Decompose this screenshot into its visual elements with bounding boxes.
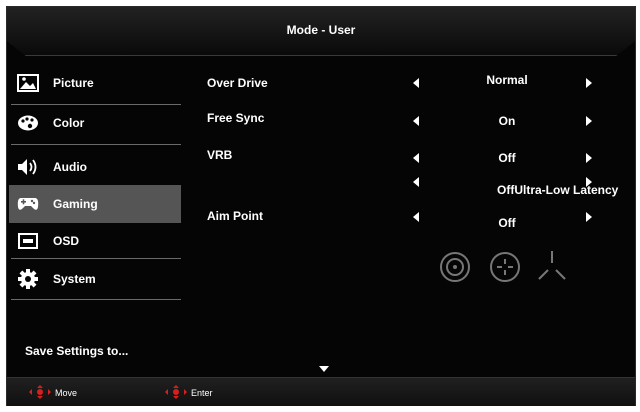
over-drive-left-arrow-icon[interactable] [413, 78, 419, 88]
vrb-right-arrow-icon[interactable] [586, 153, 592, 163]
vrb-value[interactable]: Off [467, 151, 547, 165]
picture-icon [17, 72, 39, 94]
setting-label-free-sync: Free Sync [207, 111, 265, 125]
setting-label-over-drive: Over Drive [207, 76, 268, 90]
sidebar-item-picture[interactable]: Picture [9, 65, 181, 101]
sidebar-item-gaming[interactable]: Gaming [9, 185, 181, 223]
vrb-left-arrow-icon[interactable] [413, 153, 419, 163]
divider [11, 144, 181, 145]
sidebar-item-audio[interactable]: Audio [9, 149, 181, 185]
title-bar: Mode - User [7, 7, 635, 56]
sidebar-item-label: Gaming [53, 197, 98, 211]
aim-point-previews [437, 247, 587, 287]
gear-icon [17, 268, 39, 290]
save-settings-link[interactable]: Save Settings to... [25, 344, 128, 358]
free-sync-value[interactable]: On [467, 114, 547, 128]
enter-hint: Enter [165, 385, 213, 401]
scroll-down-arrow-icon[interactable] [319, 366, 329, 372]
move-label: Move [55, 388, 78, 398]
free-sync-left-arrow-icon[interactable] [413, 116, 419, 126]
mode-title: Mode - User [286, 23, 356, 37]
ultra-low-latency-left-arrow-icon[interactable] [413, 177, 419, 187]
sidebar-item-label: System [53, 272, 96, 286]
over-drive-right-arrow-icon[interactable] [586, 78, 592, 88]
sidebar-item-color[interactable]: Color [9, 105, 181, 141]
ultra-low-latency-value[interactable]: OffUltra-Low Latency [497, 183, 618, 197]
sidebar-item-label: Audio [53, 160, 87, 174]
divider [11, 299, 181, 300]
setting-label-vrb: VRB [207, 148, 233, 162]
ultra-low-latency-right-arrow-icon[interactable] [586, 177, 592, 187]
crosshair-ring-icon[interactable] [440, 252, 470, 282]
palette-icon [17, 112, 39, 134]
free-sync-right-arrow-icon[interactable] [586, 116, 592, 126]
divider [11, 258, 181, 259]
sidebar-item-label: OSD [53, 234, 80, 248]
sidebar-item-label: Picture [53, 76, 94, 90]
footer-hints: Move Enter [7, 377, 635, 406]
monitor-osd-menu: Mode - User Picture Color Audio Gaming O… [6, 6, 636, 406]
enter-label: Enter [191, 388, 213, 398]
speaker-icon [17, 156, 39, 178]
aim-point-right-arrow-icon[interactable] [586, 212, 592, 222]
over-drive-value[interactable]: Normal [467, 73, 547, 87]
sidebar-item-label: Color [53, 116, 85, 130]
aim-point-left-arrow-icon[interactable] [413, 212, 419, 222]
gamepad-icon [17, 193, 39, 215]
setting-label-aim-point: Aim Point [207, 209, 263, 223]
dpad-enter-icon [165, 385, 187, 401]
sidebar-item-system[interactable]: System [9, 261, 181, 297]
aim-point-value[interactable]: Off [467, 216, 547, 230]
osd-icon [17, 230, 39, 252]
sidebar-item-osd[interactable]: OSD [9, 223, 181, 259]
crosshair-tri-icon[interactable] [538, 251, 566, 280]
move-hint: Move [29, 385, 77, 401]
crosshair-dot-icon[interactable] [490, 252, 520, 282]
dpad-move-icon [29, 385, 51, 401]
